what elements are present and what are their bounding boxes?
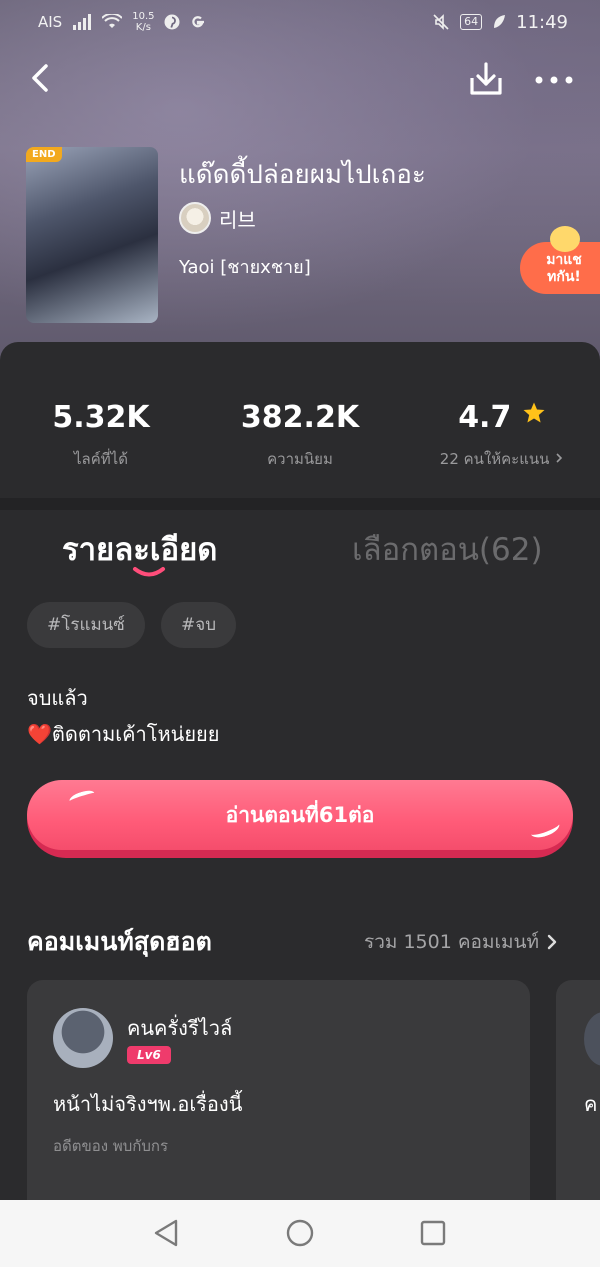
stat-likes-value: 5.32K [52, 400, 150, 435]
book-title: แด๊ดดี้ปล่อยผมไปเถอะ [179, 160, 426, 190]
stat-likes: 5.32K ไลค์ที่ได้ [46, 400, 156, 471]
system-back-icon[interactable] [152, 1218, 182, 1248]
network-speed-unit: K/s [135, 22, 151, 33]
stat-rating-value-row: 4.7 [432, 400, 572, 435]
tag-romance[interactable]: #โรแมนซ์ [27, 602, 145, 648]
chat-bubble-button[interactable]: มาแช ทกัน! [520, 226, 600, 294]
tab-active-indicator [133, 567, 165, 577]
stat-popularity-value: 382.2K [240, 400, 360, 435]
status-bar: AIS 10.5 K/s 64 11:49 [0, 0, 600, 44]
tag-completed[interactable]: #จบ [161, 602, 236, 648]
system-recents-icon[interactable] [420, 1220, 446, 1246]
comment-text: ค [584, 1092, 598, 1116]
stat-rating-value: 4.7 [458, 400, 512, 435]
stat-popularity: 382.2K ความนิยม [235, 400, 365, 471]
more-icon[interactable] [532, 62, 576, 98]
comments-total: รวม 1501 คอมเมนท์ [364, 931, 540, 953]
book-genre: Yaoi [ชายxชาย] [179, 257, 311, 278]
description-follow: ❤️ติดตามเค้าโหน่ยยย [27, 722, 220, 746]
carrier-label: AIS [38, 13, 63, 31]
stat-likes-label: ไลค์ที่ได้ [74, 450, 128, 468]
stat-popularity-label: ความนิยม [267, 450, 333, 468]
author-name: 리브 [219, 207, 256, 232]
mascot-icon [550, 226, 580, 252]
comment-text: หน้าไม่จริงฯพ.อเรื่องนี้ [53, 1092, 243, 1116]
system-home-icon[interactable] [285, 1218, 315, 1248]
stat-rating-label-row: 22 คนให้คะแนน [432, 447, 572, 471]
google-icon [192, 16, 205, 28]
pinterest-icon [164, 14, 180, 30]
network-speed: 10.5 K/s [132, 11, 154, 33]
level-badge: Lv6 [127, 1046, 171, 1064]
commenter-avatar[interactable] [53, 1008, 113, 1068]
chat-bubble-line2: ทกัน! [547, 269, 581, 285]
signal-icon [73, 14, 92, 30]
chevron-right-icon [547, 934, 557, 950]
tab-episodes[interactable]: เลือกตอน(62) [352, 524, 543, 574]
author-avatar [179, 202, 211, 234]
description-status: จบแล้ว [27, 686, 88, 710]
mute-icon [433, 14, 449, 30]
comment-source: อดีตของ พบกับกร [53, 1137, 168, 1155]
hot-comments-title: คอมเมนท์สุดฮอต [27, 927, 212, 956]
chevron-right-icon [556, 453, 563, 463]
network-speed-value: 10.5 [132, 11, 155, 22]
leaf-icon [494, 15, 506, 28]
stat-rating[interactable]: 4.7 22 คนให้คะแนน [432, 400, 572, 471]
clock: 11:49 [516, 11, 568, 33]
end-badge: END [26, 147, 62, 162]
section-divider [0, 498, 600, 510]
stat-rating-label: 22 คนให้คะแนน [439, 450, 550, 468]
continue-reading-label: อ่านตอนที่61ต่อ [225, 802, 375, 827]
wifi-icon [102, 14, 123, 28]
commenter-name[interactable]: คนครั่งรีไวล์ [127, 1012, 232, 1044]
star-icon [523, 402, 545, 423]
all-comments-link[interactable]: รวม 1501 คอมเมนท์ [364, 927, 559, 957]
book-cover[interactable]: END [26, 147, 158, 323]
continue-reading-button[interactable]: อ่านตอนที่61ต่อ [27, 780, 573, 858]
battery-indicator: 64 [460, 14, 483, 30]
continue-reading-face: อ่านตอนที่61ต่อ [27, 780, 573, 850]
back-icon[interactable] [24, 60, 60, 96]
chat-bubble-line1: มาแช [546, 252, 582, 268]
download-icon[interactable] [466, 60, 506, 100]
author-row[interactable]: 리브 [179, 202, 256, 234]
